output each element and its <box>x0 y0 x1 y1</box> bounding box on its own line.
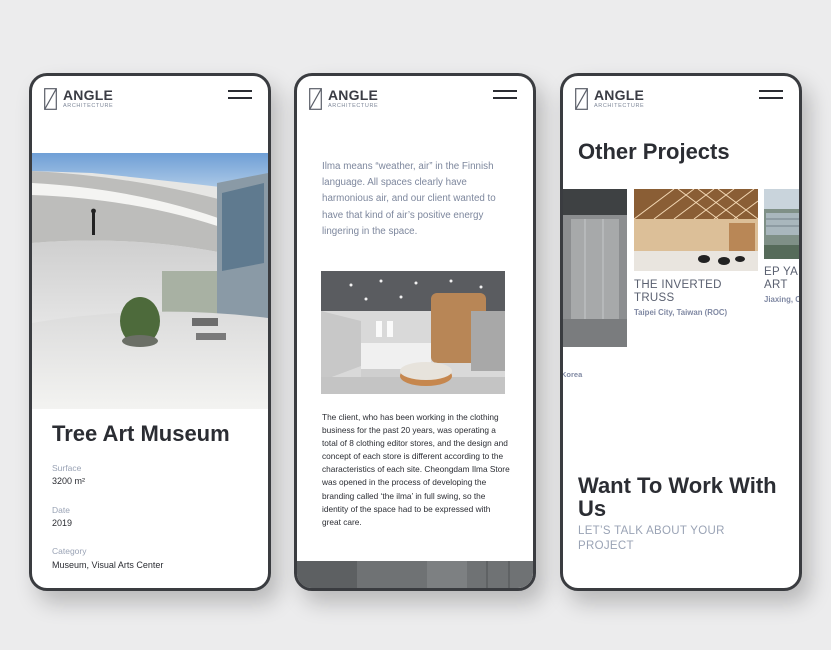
body-paragraph: The client, who has been working in the … <box>322 412 510 527</box>
brand-tagline: ARCHITECTURE <box>63 103 114 109</box>
brand-tagline: ARCHITECTURE <box>328 103 379 109</box>
intro-paragraph: Ilma means “weather, air” in the Finnish… <box>322 161 496 237</box>
header: ANGLE ARCHITECTURE <box>32 76 268 120</box>
brand-name[interactable]: ANGLE <box>328 88 378 102</box>
hamburger-menu-icon[interactable] <box>228 90 252 100</box>
cta-subheading[interactable]: LET’S TALK ABOUT YOUR PROJECT <box>578 524 778 554</box>
store-interior-image <box>321 271 505 394</box>
other-projects-heading: Other Projects <box>578 139 730 164</box>
date-label: Date <box>52 505 70 515</box>
header: ANGLE ARCHITECTURE <box>297 76 533 120</box>
cta-heading: Want To Work With Us <box>578 473 777 521</box>
project-title-ep[interactable]: EP YA & ART <box>764 266 799 292</box>
phone-screen-project-description: ANGLE ARCHITECTURE Ilma means “weather, … <box>294 73 536 591</box>
project-card-image-ep[interactable] <box>764 189 799 259</box>
phone-screen-other-projects: ANGLE ARCHITECTURE Other Projects Korea <box>560 73 802 591</box>
phone-screen-project-detail: ANGLE ARCHITECTURE Tree Art Museum Surfa… <box>29 73 271 591</box>
project-location-ep: Jiaxing, C <box>764 295 801 304</box>
category-label: Category <box>52 546 87 556</box>
brand-name[interactable]: ANGLE <box>594 88 644 102</box>
hamburger-menu-icon[interactable] <box>493 90 517 100</box>
next-image-strip <box>297 561 533 588</box>
brand-tagline: ARCHITECTURE <box>594 103 645 109</box>
surface-label: Surface <box>52 463 82 473</box>
project-hero-image <box>32 153 268 409</box>
project-card-image-truss[interactable] <box>634 189 758 271</box>
hamburger-menu-icon[interactable] <box>759 90 783 100</box>
surface-value: 3200 m² <box>52 476 86 486</box>
project-location-partial: Korea <box>561 370 583 379</box>
project-title: Tree Art Museum <box>52 421 230 446</box>
project-card-image-partial[interactable] <box>563 189 627 347</box>
brand-name[interactable]: ANGLE <box>63 88 113 102</box>
angle-logo-icon <box>44 88 57 110</box>
category-value: Museum, Visual Arts Center <box>52 560 164 570</box>
date-value: 2019 <box>52 518 73 528</box>
project-location-truss: Taipei City, Taiwan (ROC) <box>634 308 728 317</box>
angle-logo-icon <box>309 88 322 110</box>
project-title-truss[interactable]: THE INVERTED TRUSS <box>634 279 758 305</box>
angle-logo-icon <box>575 88 588 110</box>
header: ANGLE ARCHITECTURE <box>563 76 799 120</box>
